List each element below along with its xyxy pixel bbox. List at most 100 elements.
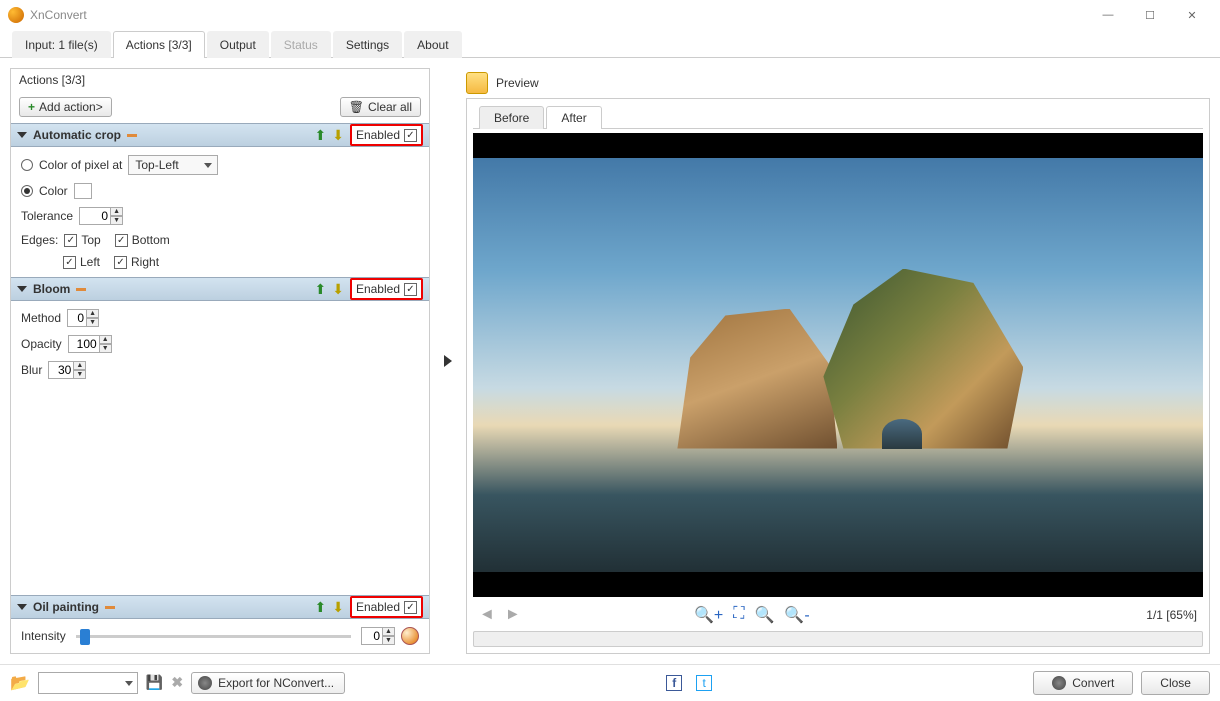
preview-panel: Preview Before After ◄ ►	[466, 68, 1210, 654]
move-up-icon[interactable]: ⬆	[314, 281, 326, 298]
prev-image-icon[interactable]: ◄	[479, 606, 495, 624]
tab-actions[interactable]: Actions [3/3]	[113, 31, 205, 58]
add-action-button[interactable]: +Add action>	[19, 97, 112, 117]
radio-pixel-at[interactable]	[21, 159, 33, 171]
slider-thumb[interactable]	[80, 629, 90, 645]
label-blur: Blur	[21, 363, 42, 377]
tab-about[interactable]: About	[404, 31, 461, 58]
move-down-icon[interactable]: ⬇	[332, 281, 344, 298]
collapse-icon	[17, 132, 27, 138]
remove-icon[interactable]	[127, 134, 137, 137]
tab-input[interactable]: Input: 1 file(s)	[12, 31, 111, 58]
action-header-bloom[interactable]: Bloom ⬆ ⬇ Enabled	[11, 277, 429, 301]
preview-toggle-icon[interactable]	[466, 72, 488, 94]
tab-settings[interactable]: Settings	[333, 31, 402, 58]
delete-icon[interactable]: ✖	[171, 674, 183, 691]
action-header-crop[interactable]: Automatic crop ⬆ ⬇ Enabled	[11, 123, 429, 147]
move-down-icon[interactable]: ⬇	[332, 599, 344, 616]
zoom-out-icon[interactable]: 🔍-	[784, 605, 809, 625]
open-folder-icon[interactable]: 📂	[10, 673, 30, 693]
app-logo-icon	[8, 7, 24, 23]
enabled-toggle[interactable]: Enabled	[350, 124, 423, 146]
footer: 📂 💾 ✖ Export for NConvert... f t Convert…	[0, 664, 1220, 700]
zoom-in-icon[interactable]: 🔍+	[694, 605, 723, 625]
edge-right-checkbox[interactable]	[114, 256, 127, 269]
opacity-input[interactable]	[68, 335, 100, 353]
intensity-slider[interactable]	[76, 635, 351, 638]
close-button[interactable]: ✕	[1172, 3, 1212, 27]
chevron-right-icon	[444, 355, 452, 367]
facebook-icon[interactable]: f	[666, 675, 682, 691]
tolerance-input[interactable]	[79, 207, 111, 225]
gear-icon	[198, 676, 212, 690]
collapse-icon	[17, 604, 27, 610]
label-color: Color	[39, 184, 68, 198]
fit-icon[interactable]: ⛶	[733, 605, 744, 625]
preview-image	[473, 133, 1203, 597]
save-icon[interactable]: 💾	[146, 674, 163, 691]
export-nconvert-button[interactable]: Export for NConvert...	[191, 672, 345, 694]
clear-all-button[interactable]: 🗑Clear all	[340, 97, 421, 117]
intensity-spinner[interactable]: ▲▼	[361, 627, 395, 645]
enabled-toggle[interactable]: Enabled	[350, 596, 423, 618]
move-down-icon[interactable]: ⬇	[332, 127, 344, 144]
convert-button[interactable]: Convert	[1033, 671, 1133, 695]
action-name: Automatic crop	[33, 128, 121, 142]
twitter-icon[interactable]: t	[696, 675, 712, 691]
preview-title: Preview	[496, 76, 539, 90]
method-spinner[interactable]: ▲▼	[67, 309, 99, 327]
tab-status[interactable]: Status	[271, 31, 331, 58]
label-method: Method	[21, 311, 61, 325]
label-intensity: Intensity	[21, 629, 66, 643]
preset-combo[interactable]	[38, 672, 138, 694]
collapse-icon	[17, 286, 27, 292]
tab-after[interactable]: After	[546, 106, 601, 129]
tab-output[interactable]: Output	[207, 31, 269, 58]
label-tolerance: Tolerance	[21, 209, 73, 223]
move-up-icon[interactable]: ⬆	[314, 127, 326, 144]
window-title: XnConvert	[30, 8, 87, 22]
position-select[interactable]: Top-Left	[128, 155, 218, 175]
tab-before[interactable]: Before	[479, 106, 544, 129]
maximize-button[interactable]: ☐	[1130, 3, 1170, 27]
edge-bottom-checkbox[interactable]	[115, 234, 128, 247]
preview-count: 1/1 [65%]	[1146, 608, 1197, 622]
gear-icon	[1052, 676, 1066, 690]
blur-input[interactable]	[48, 361, 74, 379]
next-image-icon[interactable]: ►	[505, 606, 521, 624]
enabled-toggle[interactable]: Enabled	[350, 278, 423, 300]
blur-spinner[interactable]: ▲▼	[48, 361, 86, 379]
action-header-oil[interactable]: Oil painting ⬆ ⬇ Enabled	[11, 595, 429, 619]
edge-top-checkbox[interactable]	[64, 234, 77, 247]
move-up-icon[interactable]: ⬆	[314, 599, 326, 616]
clear-icon: 🗑	[349, 100, 364, 114]
color-swatch[interactable]	[74, 183, 92, 199]
splitter[interactable]	[438, 68, 458, 654]
minimize-button[interactable]: —	[1088, 3, 1128, 27]
action-name: Oil painting	[33, 600, 99, 614]
main-tabs: Input: 1 file(s) Actions [3/3] Output St…	[0, 30, 1220, 58]
enabled-checkbox[interactable]	[404, 601, 417, 614]
close-app-button[interactable]: Close	[1141, 671, 1210, 695]
enabled-checkbox[interactable]	[404, 129, 417, 142]
label-pixel-at: Color of pixel at	[39, 158, 122, 172]
intensity-input[interactable]	[361, 627, 383, 645]
opacity-spinner[interactable]: ▲▼	[68, 335, 112, 353]
enabled-checkbox[interactable]	[404, 283, 417, 296]
actions-panel-title: Actions [3/3]	[11, 69, 429, 91]
label-opacity: Opacity	[21, 337, 62, 351]
reset-icon[interactable]	[401, 627, 419, 645]
method-input[interactable]	[67, 309, 87, 327]
tolerance-spinner[interactable]: ▲▼	[79, 207, 123, 225]
action-name: Bloom	[33, 282, 70, 296]
plus-icon: +	[28, 100, 35, 114]
label-edges: Edges:	[21, 233, 58, 247]
zoom-actual-icon[interactable]: 🔍	[754, 605, 774, 625]
horizontal-scrollbar[interactable]	[473, 631, 1203, 647]
remove-icon[interactable]	[76, 288, 86, 291]
remove-icon[interactable]	[105, 606, 115, 609]
actions-panel: Actions [3/3] +Add action> 🗑Clear all Au…	[10, 68, 430, 654]
edge-left-checkbox[interactable]	[63, 256, 76, 269]
radio-color[interactable]	[21, 185, 33, 197]
titlebar: XnConvert — ☐ ✕	[0, 0, 1220, 30]
